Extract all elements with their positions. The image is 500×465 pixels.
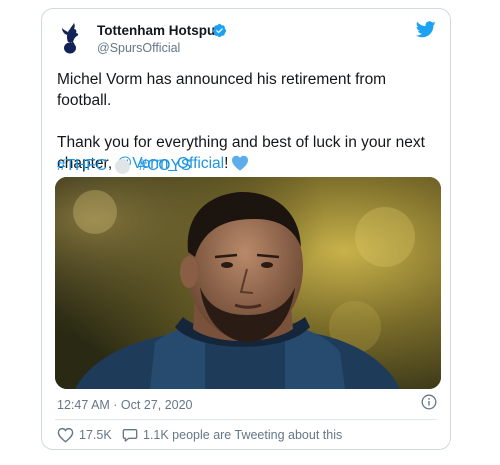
emoji-placeholder-icon: [115, 158, 131, 174]
tweet-text-line2-suffix: !: [224, 155, 229, 172]
info-icon[interactable]: [421, 394, 437, 410]
hashtag-row: #THFC #COYS: [57, 157, 191, 175]
tweet-card[interactable]: Tottenham Hotspur @SpursOfficial Michel …: [41, 8, 451, 450]
reply-button[interactable]: 1.1K people are Tweeting about this: [122, 427, 342, 443]
verified-badge-icon: [212, 23, 227, 38]
spurs-logo-avatar[interactable]: [56, 21, 86, 55]
divider: [55, 419, 437, 420]
tweet-timestamp[interactable]: 12:47 AM · Oct 27, 2020: [57, 398, 193, 412]
like-button[interactable]: 17.5K: [57, 427, 112, 443]
hashtag-coys[interactable]: #COYS: [139, 157, 192, 175]
twitter-bird-icon[interactable]: [415, 21, 436, 38]
author-handle[interactable]: @SpursOfficial: [97, 41, 180, 55]
tweet-photo[interactable]: [55, 177, 441, 389]
blue-heart-emoji: [231, 155, 249, 171]
heart-icon: [57, 427, 74, 443]
like-count: 17.5K: [79, 428, 112, 442]
hashtag-thfc[interactable]: #THFC: [57, 157, 107, 175]
reply-summary-text: 1.1K people are Tweeting about this: [143, 428, 343, 442]
tweet-text-line1: Michel Vorm has announced his retirement…: [57, 71, 387, 109]
speech-bubble-icon: [122, 429, 138, 442]
author-display-name[interactable]: Tottenham Hotspur: [97, 23, 221, 38]
